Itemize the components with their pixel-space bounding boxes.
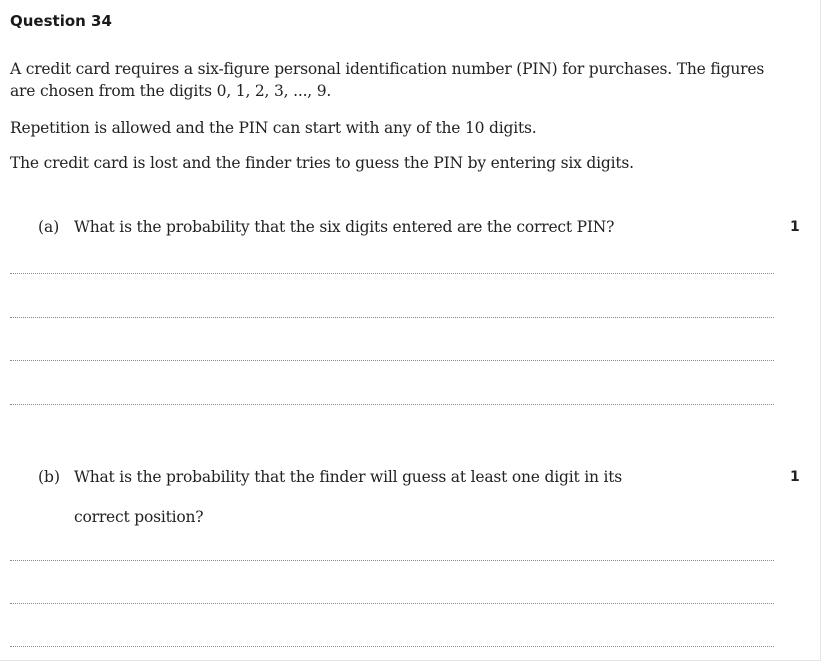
part-a-answer-line-1[interactable] (10, 273, 774, 274)
part-b-marks: 1 (790, 469, 800, 485)
part-b-answer-line-1[interactable] (10, 560, 774, 561)
part-a-answer-line-2[interactable] (10, 317, 774, 318)
exam-page: Question 34 A credit card requires a six… (0, 0, 821, 661)
question-scenario-paragraph: The credit card is lost and the finder t… (10, 154, 634, 172)
part-b-label: (b) (38, 468, 61, 486)
part-b-answer-line-3[interactable] (10, 646, 774, 647)
part-a-answer-line-4[interactable] (10, 404, 774, 405)
part-a-answer-line-3[interactable] (10, 360, 774, 361)
question-heading: Question 34 (10, 12, 112, 30)
part-b-question-text-line-2: correct position? (74, 508, 204, 526)
part-a-label: (a) (38, 218, 60, 236)
part-a-marks: 1 (790, 219, 800, 235)
part-b-question-text-line-1: What is the probability that the finder … (74, 468, 623, 486)
question-intro-paragraph: A credit card requires a six-figure pers… (10, 60, 765, 100)
part-b-answer-line-2[interactable] (10, 603, 774, 604)
part-a-question-text: What is the probability that the six dig… (74, 218, 615, 236)
question-repetition-paragraph: Repetition is allowed and the PIN can st… (10, 119, 537, 137)
